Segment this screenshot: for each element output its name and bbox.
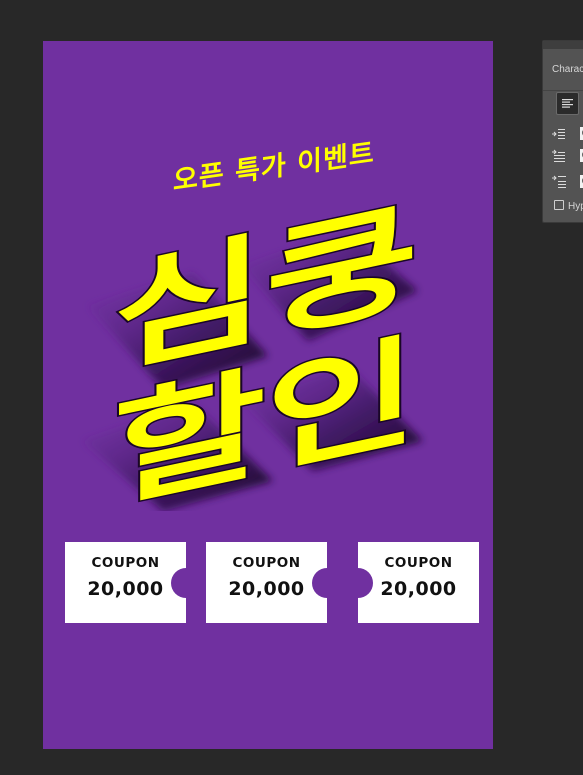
align-left-icon: [562, 99, 573, 108]
coupon-amount: 20,000: [228, 578, 305, 600]
coupon-card-3: COUPON 20,000: [343, 542, 479, 623]
space-before-icon: [552, 175, 566, 188]
character-panel: Charac 0 0: [542, 40, 583, 223]
align-left-button[interactable]: [556, 92, 579, 115]
indent-left-icon: [552, 129, 565, 139]
coupon-title: COUPON: [232, 555, 301, 571]
artboard: 오픈 특가 이벤트 심쿵 할인 COUPON 20,000 COUPON 20,…: [43, 41, 493, 749]
coupon-card-1: COUPON 20,000: [65, 542, 201, 623]
coupon-title: COUPON: [384, 555, 453, 571]
hyphenate-option[interactable]: Hyp: [554, 200, 583, 212]
coupon-amount: 20,000: [87, 578, 164, 600]
coupon-amount: 20,000: [380, 578, 457, 600]
indent-first-line-icon: [552, 149, 565, 162]
tab-character[interactable]: Charac: [543, 49, 583, 91]
coupon-card-2: COUPON 20,000: [206, 542, 342, 623]
coupon-title: COUPON: [91, 555, 160, 571]
hyphenate-label: Hyp: [568, 201, 583, 212]
headline-art: 심쿵 할인: [83, 184, 423, 511]
panel-tab-bar: [543, 41, 583, 49]
hyphenate-checkbox[interactable]: [554, 200, 564, 210]
